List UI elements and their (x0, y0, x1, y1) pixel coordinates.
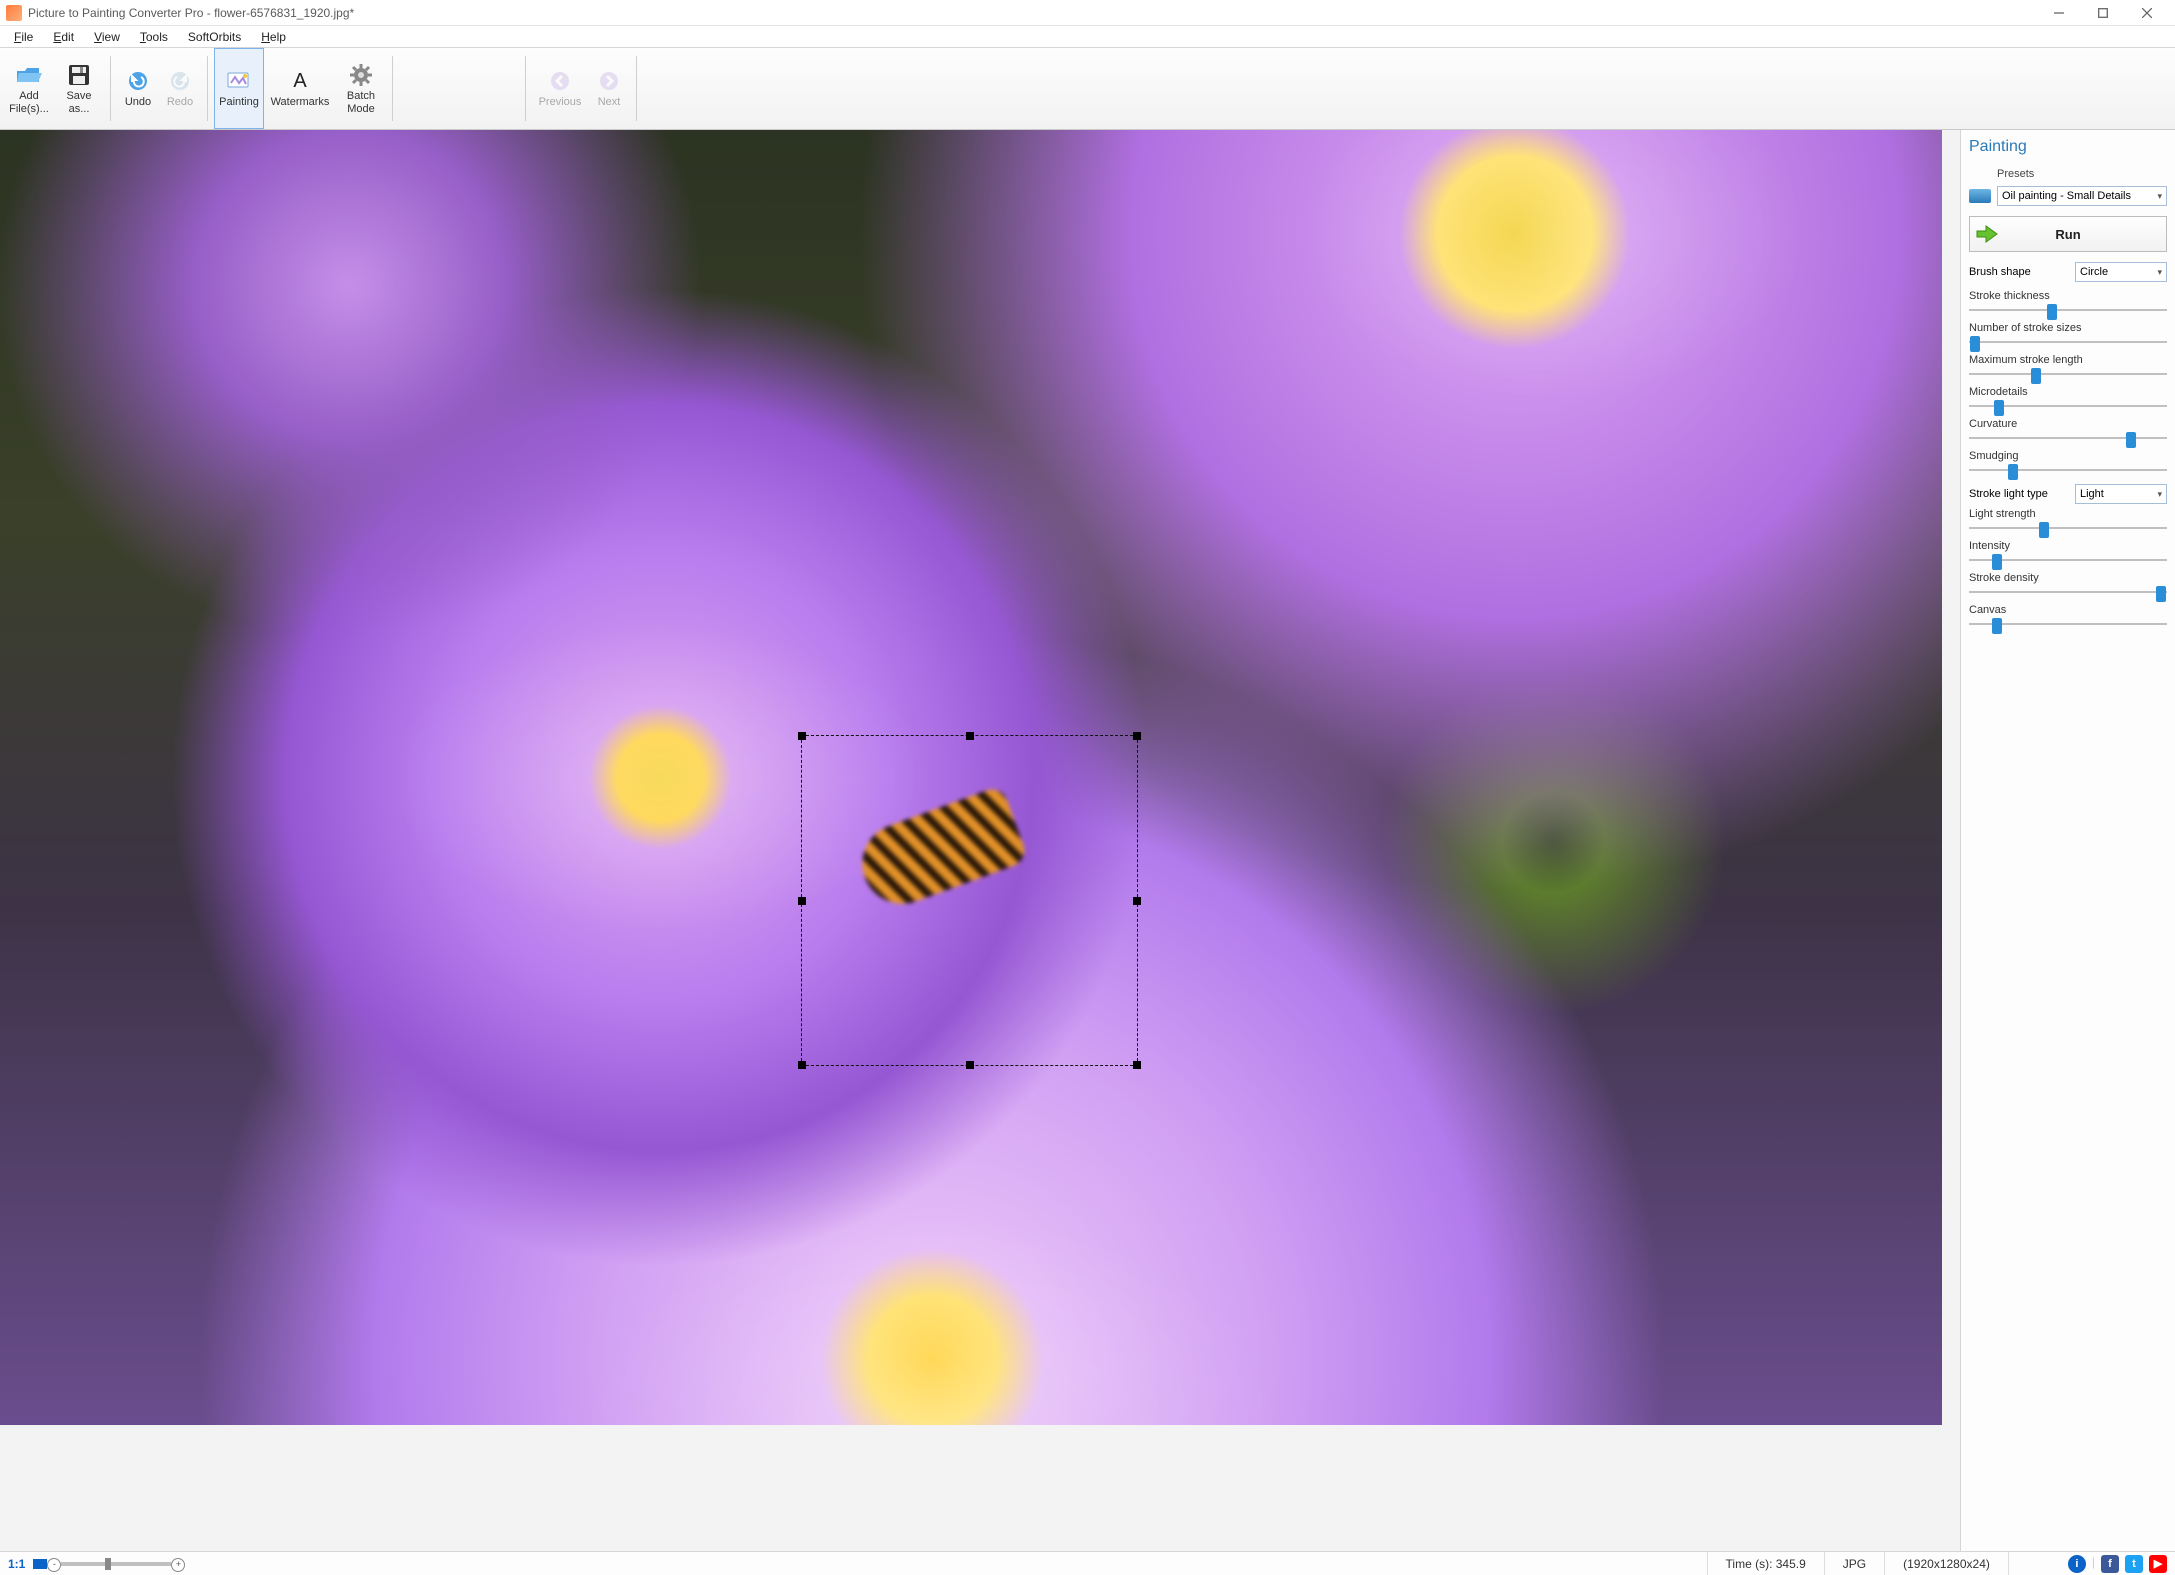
redo-icon (167, 68, 193, 94)
slider-number-of-stroke-sizes[interactable] (1969, 334, 2167, 350)
close-button[interactable] (2125, 0, 2169, 26)
menu-file[interactable]: File (4, 30, 43, 44)
window-title: Picture to Painting Converter Pro - flow… (28, 6, 2037, 20)
sliders-container: Stroke thickness Number of stroke sizes Ma… (1969, 286, 2167, 632)
slider-microdetails[interactable] (1969, 398, 2167, 414)
social-links: i | f t ▶ (2058, 1555, 2167, 1573)
undo-icon (125, 68, 151, 94)
next-button: Next (588, 48, 630, 129)
folder-open-icon (16, 62, 42, 88)
info-icon[interactable]: i (2068, 1555, 2086, 1573)
slider-smudging[interactable] (1969, 462, 2167, 478)
slider-label-stroke-density: Stroke density (1969, 572, 2167, 584)
painting-icon (226, 68, 252, 94)
slider-label-smudging: Smudging (1969, 450, 2167, 462)
redo-button: Redo (159, 48, 201, 129)
stroke-light-label: Stroke light type (1969, 488, 2048, 500)
title-bar: Picture to Painting Converter Pro - flow… (0, 0, 2175, 26)
minimize-button[interactable] (2037, 0, 2081, 26)
watermarks-button[interactable]: A Watermarks (264, 48, 336, 129)
slider-stroke-density[interactable] (1969, 584, 2167, 600)
handle-br[interactable] (1133, 1061, 1141, 1069)
maximize-button[interactable] (2081, 0, 2125, 26)
slider-label-intensity: Intensity (1969, 540, 2167, 552)
toolbar: Add File(s)... Save as... Undo Redo Pain… (0, 48, 2175, 130)
presets-label: Presets (1997, 168, 2167, 180)
zoom-slider[interactable] (61, 1562, 171, 1566)
menu-tools[interactable]: Tools (130, 30, 178, 44)
handle-tc[interactable] (966, 732, 974, 740)
slider-canvas[interactable] (1969, 616, 2167, 632)
svg-text:A: A (293, 70, 307, 92)
panel-title: Painting (1969, 138, 2167, 156)
handle-bl[interactable] (798, 1061, 806, 1069)
watermarks-icon: A (287, 68, 313, 94)
menu-softorbits[interactable]: SoftOrbits (178, 30, 251, 44)
handle-mr[interactable] (1133, 897, 1141, 905)
slider-label-light-strength: Light strength (1969, 508, 2167, 520)
canvas-padding (0, 1425, 1960, 1551)
slider-intensity[interactable] (1969, 552, 2167, 568)
menu-help[interactable]: Help (251, 30, 296, 44)
status-time: Time (s): 345.9 (1707, 1552, 1824, 1575)
chevron-down-icon: ▾ (2157, 267, 2162, 278)
zoom-ratio[interactable]: 1:1 (8, 1557, 25, 1571)
facebook-icon[interactable]: f (2101, 1555, 2119, 1573)
chevron-down-icon: ▾ (2157, 191, 2162, 202)
status-bar: 1:1 Time (s): 345.9 JPG (1920x1280x24) i… (0, 1551, 2175, 1575)
slider-maximum-stroke-length[interactable] (1969, 366, 2167, 382)
slider-light-strength[interactable] (1969, 520, 2167, 536)
twitter-icon[interactable]: t (2125, 1555, 2143, 1573)
main-area: Painting Presets Oil painting - Small De… (0, 130, 2175, 1551)
save-as-button[interactable]: Save as... (54, 48, 104, 129)
slider-stroke-thickness[interactable] (1969, 302, 2167, 318)
status-format: JPG (1824, 1552, 1884, 1575)
brush-shape-select[interactable]: Circle▾ (2075, 262, 2167, 282)
handle-ml[interactable] (798, 897, 806, 905)
fit-window-icon[interactable] (33, 1559, 47, 1569)
arrow-left-icon (547, 68, 573, 94)
app-icon (6, 5, 22, 21)
preset-select[interactable]: Oil painting - Small Details▾ (1997, 186, 2167, 206)
zoom-thumb[interactable] (105, 1558, 111, 1570)
painting-button[interactable]: Painting (214, 48, 264, 129)
preset-icon (1969, 189, 1991, 203)
handle-bc[interactable] (966, 1061, 974, 1069)
image-canvas[interactable] (0, 130, 1942, 1425)
slider-label-number-of-stroke-sizes: Number of stroke sizes (1969, 322, 2167, 334)
slider-label-stroke-thickness: Stroke thickness (1969, 290, 2167, 302)
gear-icon (348, 62, 374, 88)
menu-edit[interactable]: Edit (43, 30, 84, 44)
run-button[interactable]: Run (1969, 216, 2167, 252)
menu-bar: File Edit View Tools SoftOrbits Help (0, 26, 2175, 48)
previous-button: Previous (532, 48, 588, 129)
add-files-button[interactable]: Add File(s)... (4, 48, 54, 129)
canvas-wrap (0, 130, 1960, 1551)
slider-label-microdetails: Microdetails (1969, 386, 2167, 398)
save-icon (66, 62, 92, 88)
run-arrow-icon (1976, 223, 1998, 245)
youtube-icon[interactable]: ▶ (2149, 1555, 2167, 1573)
window-controls (2037, 0, 2169, 26)
chevron-down-icon: ▾ (2157, 489, 2162, 500)
menu-view[interactable]: View (84, 30, 130, 44)
slider-label-curvature: Curvature (1969, 418, 2167, 430)
slider-label-canvas: Canvas (1969, 604, 2167, 616)
handle-tr[interactable] (1133, 732, 1141, 740)
batch-mode-button[interactable]: Batch Mode (336, 48, 386, 129)
brush-shape-label: Brush shape (1969, 266, 2031, 278)
status-dimensions: (1920x1280x24) (1884, 1552, 2008, 1575)
selection-marquee[interactable] (801, 735, 1138, 1066)
slider-label-maximum-stroke-length: Maximum stroke length (1969, 354, 2167, 366)
arrow-right-icon (596, 68, 622, 94)
side-panel: Painting Presets Oil painting - Small De… (1960, 130, 2175, 1551)
stroke-light-select[interactable]: Light▾ (2075, 484, 2167, 504)
undo-button[interactable]: Undo (117, 48, 159, 129)
handle-tl[interactable] (798, 732, 806, 740)
slider-curvature[interactable] (1969, 430, 2167, 446)
